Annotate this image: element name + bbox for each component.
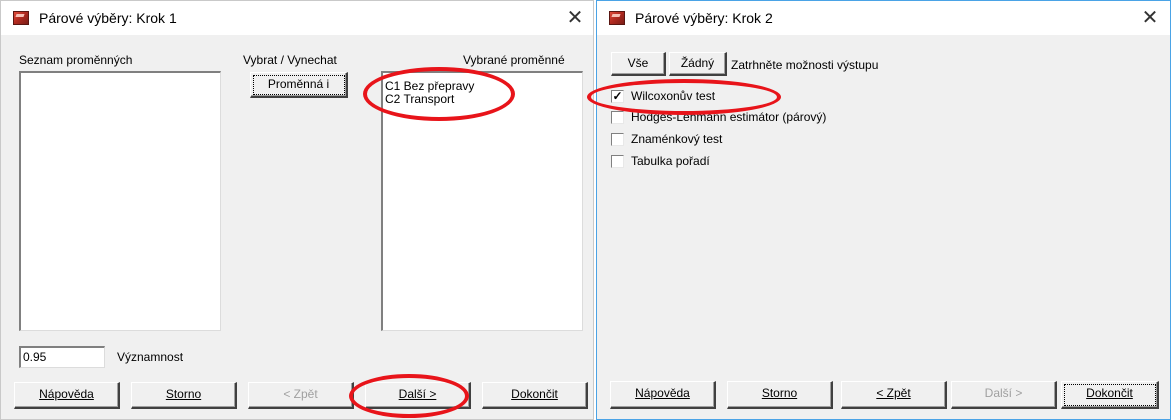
back-button[interactable]: < Zpět <box>248 382 354 409</box>
output-options-instruction: Zatrhněte možnosti výstupu <box>731 58 879 72</box>
select-none-button[interactable]: Žádný <box>669 52 727 76</box>
cancel-label: Storno <box>165 387 202 401</box>
back-button[interactable]: < Zpět <box>841 381 947 409</box>
checkbox-icon[interactable] <box>611 111 624 124</box>
titlebar[interactable]: Párové výběry: Krok 2 ✕ <box>597 1 1170 35</box>
checkbox-icon[interactable] <box>611 155 624 168</box>
close-icon[interactable]: ✕ <box>1137 5 1163 31</box>
finish-label: Dokončit <box>511 387 558 401</box>
titlebar[interactable]: Párové výběry: Krok 1 ✕ <box>1 1 593 35</box>
highlight-ellipse-next <box>349 374 469 418</box>
help-button[interactable]: Nápověda <box>610 381 716 409</box>
dialog-step-2: Párové výběry: Krok 2 ✕ Vše Žádný Zatrhn… <box>587 0 1171 420</box>
app-icon <box>13 11 29 25</box>
help-label: Nápověda <box>39 387 94 401</box>
app-icon <box>609 11 625 25</box>
variables-list[interactable] <box>19 71 221 331</box>
dialog-step-1: Párové výběry: Krok 1 ✕ Seznam proměnnýc… <box>0 0 594 420</box>
selected-label: Vybrané proměnné <box>463 53 565 67</box>
highlight-ellipse-selected <box>363 67 515 121</box>
finish-button[interactable]: Dokončit <box>482 382 588 409</box>
cancel-button[interactable]: Storno <box>727 381 833 409</box>
window-title: Párové výběry: Krok 2 <box>635 10 773 26</box>
window-title: Párové výběry: Krok 1 <box>39 10 177 26</box>
highlight-ellipse-wilcoxon <box>587 79 781 115</box>
select-all-button[interactable]: Vše <box>611 52 666 76</box>
option-label: Znaménkový test <box>631 132 723 146</box>
help-button[interactable]: Nápověda <box>14 382 120 409</box>
cancel-button[interactable]: Storno <box>131 382 237 409</box>
significance-input[interactable]: 0.95 <box>19 346 105 368</box>
help-label: Nápověda <box>635 386 690 400</box>
checkbox-icon[interactable] <box>611 133 624 146</box>
cancel-label: Storno <box>761 386 798 400</box>
next-button[interactable]: Další > <box>951 381 1057 409</box>
significance-label: Významnost <box>117 350 184 364</box>
option-label: Tabulka pořadí <box>631 154 710 168</box>
finish-button[interactable]: Dokončit <box>1061 381 1159 409</box>
finish-label: Dokončit <box>1086 386 1133 400</box>
variables-list-label: Seznam proměnných <box>19 53 133 67</box>
select-label: Vybrat / Vynechat <box>243 53 337 67</box>
close-icon[interactable]: ✕ <box>562 5 588 31</box>
back-label: < Zpět <box>876 386 911 400</box>
variable-button[interactable]: Proměnná i <box>250 72 348 98</box>
